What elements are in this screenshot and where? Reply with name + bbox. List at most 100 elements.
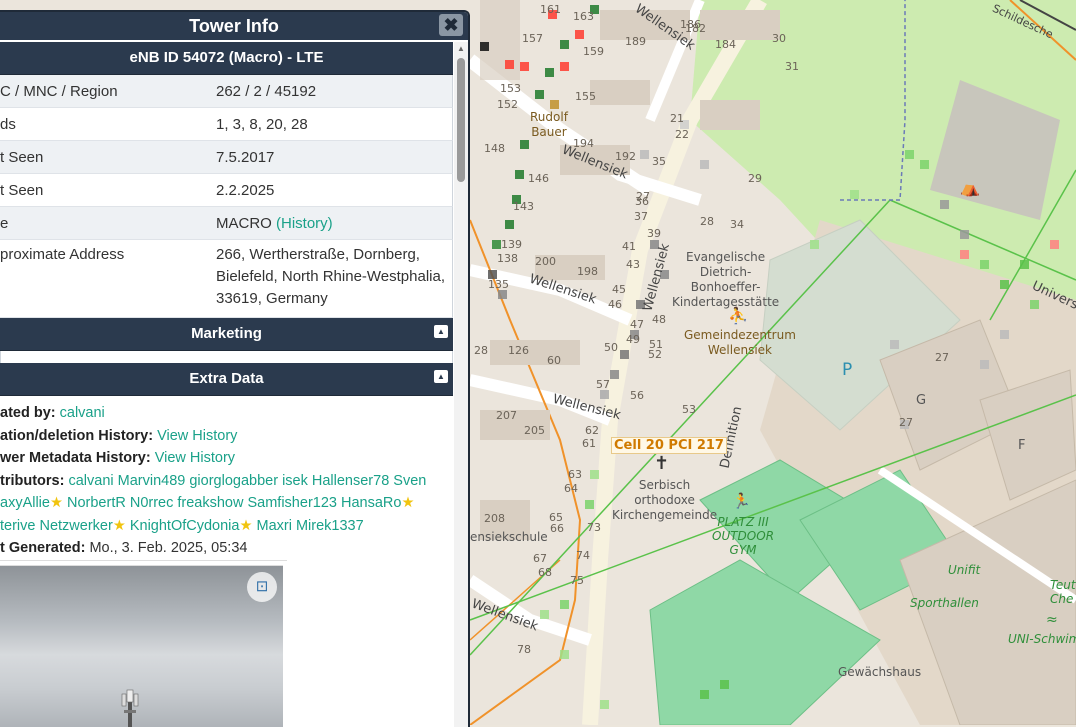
coverage-square	[1030, 300, 1039, 309]
coverage-square	[890, 340, 899, 349]
coverage-square	[585, 500, 594, 509]
type-value: MACRO	[216, 215, 272, 232]
location-history-label: ation/deletion History:	[0, 428, 153, 444]
contributor-link[interactable]: axyAllie	[0, 495, 50, 511]
info-value: 1, 3, 8, 20, 28	[216, 108, 452, 140]
house-number: 148	[484, 142, 505, 155]
metadata-history-line: wer Metadata History: View History	[0, 447, 453, 470]
house-number: 61	[582, 437, 596, 450]
coverage-square	[560, 650, 569, 659]
house-number: 189	[625, 35, 646, 48]
coverage-square	[980, 260, 989, 269]
contributors-links[interactable]: NorbertR N0rrec freakshow Samfisher123 H…	[63, 495, 401, 511]
contributor-link[interactable]: terive Netzwerker	[0, 518, 113, 534]
info-row-first-seen: t Seen 7.5.2017	[0, 141, 453, 174]
created-by-link[interactable]: calvani	[60, 405, 105, 421]
poi-school: ensiekschule	[470, 530, 548, 545]
swim-icon: ≈	[1046, 612, 1058, 628]
poi-uni-schwimm: UNI-Schwimm	[1008, 632, 1076, 646]
coverage-square	[1050, 240, 1059, 249]
info-label: proximate Address	[0, 240, 216, 317]
house-number: 66	[550, 522, 564, 535]
house-number: 205	[524, 424, 545, 437]
house-number: 48	[652, 313, 666, 326]
marketing-header[interactable]: Marketing ▲	[0, 318, 453, 351]
created-by-label: ated by:	[0, 405, 56, 421]
coverage-square	[505, 60, 514, 69]
metadata-history-label: wer Metadata History:	[0, 450, 151, 466]
coverage-square	[940, 200, 949, 209]
tower-id-text: eNB ID 54072 (Macro) - LTE	[130, 49, 324, 66]
poi-gewachshaus: Gewächshaus	[838, 665, 921, 680]
house-number: 64	[564, 482, 578, 495]
close-icon[interactable]: ✖	[439, 14, 463, 36]
house-number: 22	[675, 128, 689, 141]
info-row-address: proximate Address 266, Wertherstraße, Do…	[0, 240, 453, 318]
coverage-square	[492, 240, 501, 249]
coverage-square	[960, 250, 969, 259]
info-label: C / MNC / Region	[0, 75, 216, 107]
star-icon: ★	[239, 518, 252, 534]
collapse-up-icon[interactable]: ▲	[434, 325, 448, 338]
house-number: 153	[500, 82, 521, 95]
house-number: 37	[634, 210, 648, 223]
coverage-square	[590, 470, 599, 479]
generated-line: t Generated: Mo., 3. Feb. 2025, 05:34	[0, 537, 287, 561]
extra-data-body: ated by: calvani ation/deletion History:…	[0, 396, 453, 727]
house-number: 30	[772, 32, 786, 45]
cell-label[interactable]: Cell 20 PCI 217	[611, 437, 727, 454]
picnic-icon: ⛺	[960, 178, 980, 197]
house-number: 34	[730, 218, 744, 231]
house-number: 146	[528, 172, 549, 185]
info-label: t Seen	[0, 141, 216, 173]
contributors-label: tributors:	[0, 473, 64, 489]
coverage-square	[480, 42, 489, 51]
house-number: 192	[615, 150, 636, 163]
contributors-links[interactable]: Maxri Mirek1337	[252, 518, 363, 534]
info-value: MACRO (History)	[216, 207, 452, 239]
coverage-square	[960, 230, 969, 239]
house-number: 35	[652, 155, 666, 168]
coverage-square	[700, 690, 709, 699]
poi-outdoor-gym: PLATZ III OUTDOOR GYM	[712, 515, 774, 557]
contributor-link[interactable]: KnightOfCydonia	[126, 518, 240, 534]
collapse-up-icon[interactable]: ▲	[434, 370, 448, 383]
coverage-square	[700, 160, 709, 169]
house-number: 194	[573, 137, 594, 150]
house-number: 41	[622, 240, 636, 253]
coverage-square	[1000, 280, 1009, 289]
contributors-links[interactable]: calvani Marvin489 giorglogabber isek Hal…	[68, 473, 426, 489]
tower-photo[interactable]: ⊡	[0, 565, 283, 727]
antenna-mast-icon	[116, 686, 144, 727]
house-number: 157	[522, 32, 543, 45]
panel-scrollbar[interactable]: ▲	[454, 42, 468, 727]
coverage-square	[560, 62, 569, 71]
coverage-square	[505, 220, 514, 229]
location-history-link[interactable]: View History	[157, 428, 237, 444]
panel-scroll-area[interactable]: eNB ID 54072 (Macro) - LTE C / MNC / Reg…	[0, 42, 453, 727]
house-number: 73	[587, 521, 601, 534]
metadata-history-link[interactable]: View History	[155, 450, 235, 466]
coverage-square	[720, 680, 729, 689]
scroll-up-arrow-icon[interactable]: ▲	[454, 42, 468, 56]
coverage-square	[535, 90, 544, 99]
coverage-square	[640, 150, 649, 159]
contributors-line-3: terive Netzwerker★ KnightOfCydonia★ Maxr…	[0, 515, 453, 538]
coverage-square	[980, 360, 989, 369]
type-history-link[interactable]: (History)	[276, 215, 333, 232]
house-number: 29	[748, 172, 762, 185]
scrollbar-thumb[interactable]	[457, 58, 465, 182]
coverage-square	[600, 700, 609, 709]
info-value: 7.5.2017	[216, 141, 452, 173]
expand-photo-icon[interactable]: ⊡	[247, 572, 277, 602]
info-row-last-seen: t Seen 2.2.2025	[0, 174, 453, 207]
coverage-square	[920, 160, 929, 169]
star-icon: ★	[113, 518, 126, 534]
generated-label: t Generated:	[0, 540, 85, 556]
coverage-square	[560, 600, 569, 609]
house-number: 50	[604, 341, 618, 354]
created-by-line: ated by: calvani	[0, 402, 453, 425]
extra-data-header[interactable]: Extra Data ▲	[0, 363, 453, 396]
house-number: 45	[612, 283, 626, 296]
house-number: 28	[474, 344, 488, 357]
